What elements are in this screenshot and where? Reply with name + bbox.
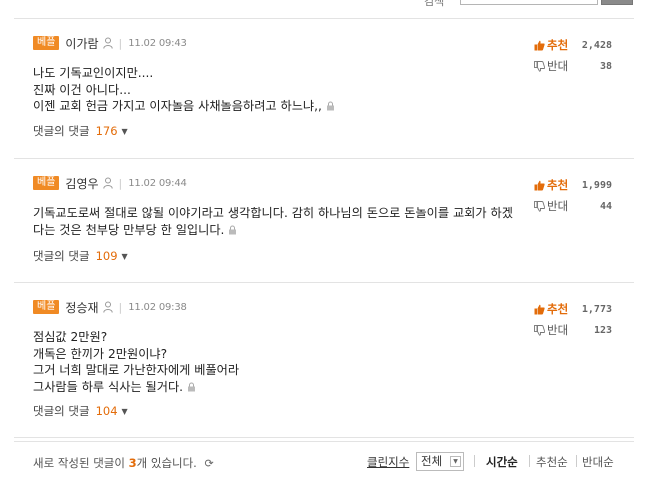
replies-count: 176 [95,124,118,138]
comment-body: 기독교도로써 절대로 않될 이야기라고 생각합니다. 감히 하나님의 돈으로 돈… [33,205,513,238]
recommend-label: 추천 [547,38,569,52]
comment-line: 그사람들 하루 식사는 될거다. [33,379,184,394]
recommend-count: 1,999 [581,179,612,191]
comment-line: 점심값 2만원? [33,330,108,344]
divider [474,455,475,467]
comment-body: 나도 기독교인이지만.... 진짜 이건 아니다... 이젠 교회 헌금 가지고… [33,65,513,115]
oppose-count: 44 [599,200,612,212]
clean-index-link[interactable]: 클린지수 [367,454,409,470]
oppose-count: 123 [593,324,612,336]
lock-icon[interactable] [187,382,196,392]
best-badge: 베플 [33,300,60,314]
comment-footer: 새로 작성된 댓글이 3개 있습니다. ⟳ 클린지수 전체 ▼ 시간순 추천순 … [14,441,634,481]
meta-divider: | [118,176,123,190]
oppose-button[interactable]: 반대 38 [534,58,612,74]
recommend-button[interactable]: 추천 1,999 [534,177,612,193]
comment-time: 11.02 09:43 [128,37,187,49]
oppose-count: 38 [599,60,612,72]
comment-line: 나도 기독교인이지만.... [33,66,154,80]
lock-icon[interactable] [326,101,335,111]
comment-line: 기독교도로써 절대로 않될 이야기라고 생각합니다. 감히 하나님의 돈으로 돈… [33,206,513,237]
best-badge: 베플 [33,36,60,50]
comment-item: 베플 이가람 | 11.02 09:43 나도 기독교인이지만.... 진짜 이… [14,19,634,159]
oppose-label: 반대 [547,199,569,213]
replies-toggle[interactable]: 댓글의 댓글 104 ▼ [33,403,128,419]
search-input[interactable] [460,0,598,5]
oppose-button[interactable]: 반대 44 [534,198,612,214]
recommend-button[interactable]: 추천 1,773 [534,301,612,317]
vote-panel: 추천 2,428 반대 38 [534,37,612,79]
oppose-button[interactable]: 반대 123 [534,322,612,338]
comment-time: 11.02 09:44 [128,177,187,189]
author-name[interactable]: 김영우 [65,175,98,192]
comment-time: 11.02 09:38 [128,301,187,313]
thumb-down-icon [534,324,545,336]
thumb-down-icon [534,200,545,212]
replies-label: 댓글의 댓글 [33,249,90,263]
comment-list: 베플 이가람 | 11.02 09:43 나도 기독교인이지만.... 진짜 이… [14,18,634,438]
search-bar: 검색 검색 [0,0,662,8]
replies-toggle[interactable]: 댓글의 댓글 109 ▼ [33,248,128,264]
user-icon[interactable] [102,301,113,313]
comment-line: 이젠 교회 헌금 가지고 이자놀음 사채놀음하려고 하느냐,, [33,99,322,113]
best-badge: 베플 [33,176,60,190]
author-name[interactable]: 이가람 [65,35,98,52]
comment-meta: 베플 이가람 | 11.02 09:43 [33,35,187,51]
vote-panel: 추천 1,773 반대 123 [534,301,612,343]
sort-oppose[interactable]: 반대순 [582,454,614,470]
clean-filter-select[interactable]: 전체 ▼ [416,452,464,471]
thumb-up-icon [534,40,545,50]
comment-line: 진짜 이건 아니다... [33,82,131,97]
chevron-down-icon: ▼ [450,456,461,467]
oppose-label: 반대 [547,59,569,73]
comment-item: 베플 김영우 | 11.02 09:44 기독교도로써 절대로 않될 이야기라고… [14,159,634,283]
divider [576,455,577,467]
recommend-button[interactable]: 추천 2,428 [534,37,612,53]
new-comments-prefix: 새로 작성된 댓글이 [33,456,129,470]
search-label: 검색 [424,0,445,8]
chevron-down-icon: ▼ [121,251,128,261]
replies-count: 104 [95,404,118,418]
comment-line: 그거 너희 말대로 가난한자에게 베풀어라 [33,363,240,377]
replies-label: 댓글의 댓글 [33,124,90,138]
recommend-count: 1,773 [581,303,612,315]
search-button[interactable]: 검색 [601,0,633,5]
meta-divider: | [118,36,123,50]
comment-meta: 베플 김영우 | 11.02 09:44 [33,175,187,191]
chevron-down-icon: ▼ [121,126,128,136]
new-comments-count: 3 [128,456,137,470]
replies-count: 109 [95,249,118,263]
thumb-up-icon [534,304,545,314]
comment-line: 개독은 한끼가 2만원이냐? [33,346,168,361]
user-icon[interactable] [102,177,113,189]
comment-meta: 베플 정승재 | 11.02 09:38 [33,299,187,315]
refresh-icon[interactable]: ⟳ [205,457,214,470]
replies-toggle[interactable]: 댓글의 댓글 176 ▼ [33,123,128,139]
recommend-count: 2,428 [581,39,612,51]
new-comments-suffix: 개 있습니다. [136,456,197,470]
divider [529,455,530,467]
user-icon[interactable] [102,37,113,49]
lock-icon[interactable] [228,225,237,235]
comment-body: 점심값 2만원? 개독은 한끼가 2만원이냐? 그거 너희 말대로 가난한자에게… [33,329,513,395]
oppose-label: 반대 [547,323,569,337]
thumb-up-icon [534,180,545,190]
recommend-label: 추천 [547,302,569,316]
sort-recommend[interactable]: 추천순 [536,454,568,470]
replies-label: 댓글의 댓글 [33,404,90,418]
comment-item: 베플 정승재 | 11.02 09:38 점심값 2만원? 개독은 한끼가 2만… [14,283,634,438]
sort-time[interactable]: 시간순 [486,454,518,470]
recommend-label: 추천 [547,178,569,192]
clean-filter-value: 전체 [421,454,443,468]
chevron-down-icon: ▼ [121,406,128,416]
new-comments-notice[interactable]: 새로 작성된 댓글이 3개 있습니다. ⟳ [33,455,214,471]
meta-divider: | [118,300,123,314]
thumb-down-icon [534,60,545,72]
vote-panel: 추천 1,999 반대 44 [534,177,612,219]
author-name[interactable]: 정승재 [65,299,98,316]
